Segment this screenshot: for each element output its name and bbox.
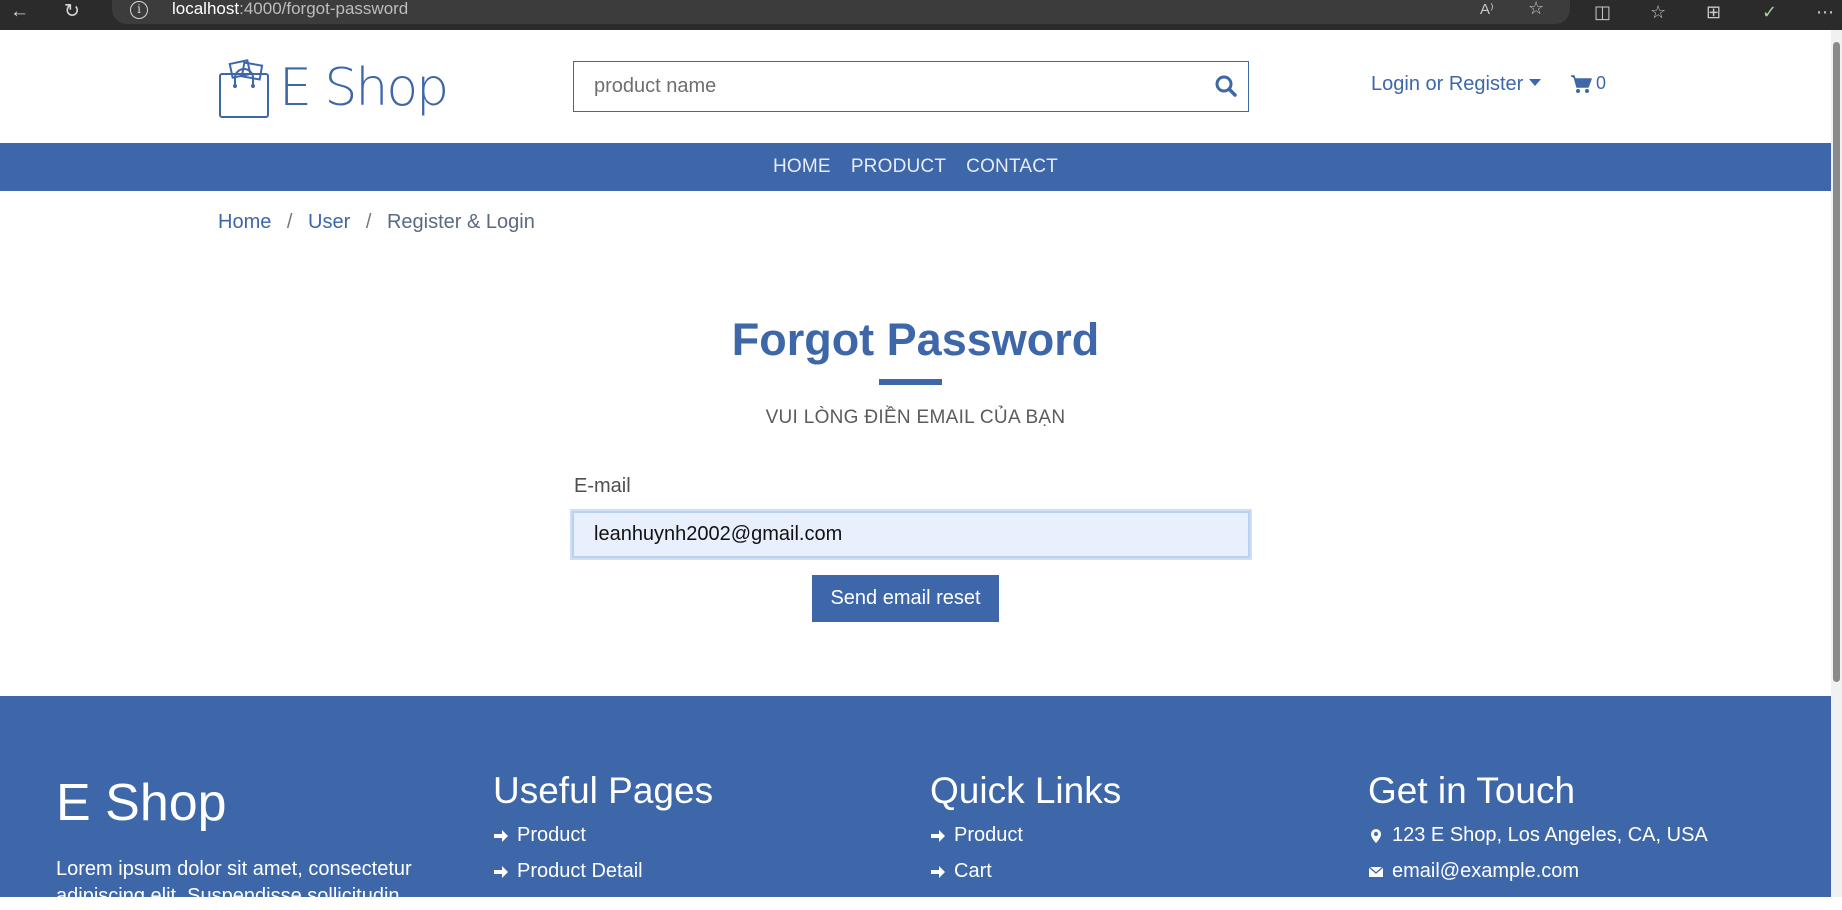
envelope-icon — [1368, 865, 1384, 877]
footer-link-product[interactable]: Product — [493, 824, 713, 847]
page-scrollbar[interactable] — [1831, 30, 1842, 897]
arrow-right-icon — [494, 865, 508, 878]
breadcrumb-separator: / — [365, 211, 372, 233]
caret-down-icon — [1529, 79, 1542, 87]
footer-contact: Get in Touch 123 E Shop, Los Angeles, CA… — [1368, 770, 1708, 896]
title-underline — [879, 379, 942, 385]
shopping-bag-icon — [219, 59, 269, 118]
page-title: Forgot Password — [731, 314, 1100, 365]
search-input[interactable] — [574, 62, 1194, 110]
read-aloud-icon[interactable]: A⁾ — [1480, 0, 1494, 20]
email-field[interactable] — [572, 511, 1250, 558]
footer-quick-links-title: Quick Links — [930, 770, 1122, 811]
cart-icon — [1571, 74, 1592, 93]
footer-quick-links: Quick Links Product Cart — [930, 770, 1121, 896]
email-label: E-mail — [574, 475, 631, 497]
cart-link[interactable]: 0 — [1570, 73, 1606, 94]
favorites-icon[interactable]: ☆ — [1650, 2, 1666, 22]
url-text[interactable]: localhost:4000/forgot-password — [172, 0, 408, 19]
footer-link-product-detail[interactable]: Product Detail — [493, 860, 713, 883]
arrow-right-icon — [494, 829, 508, 842]
cart-count: 0 — [1596, 73, 1607, 93]
login-register-label: Login or Register — [1371, 73, 1524, 95]
nav-contact[interactable]: CONTACT — [966, 156, 1058, 178]
main-navbar: HOME PRODUCT CONTACT — [0, 143, 1831, 191]
map-marker-icon — [1371, 828, 1381, 843]
nav-home[interactable]: HOME — [773, 156, 831, 178]
arrow-right-icon — [931, 865, 945, 878]
logo-text: E Shop — [279, 58, 449, 118]
refresh-icon[interactable]: ↻ — [64, 2, 80, 22]
footer-link-product[interactable]: Product — [930, 824, 1121, 847]
footer-contact-title: Get in Touch — [1368, 770, 1576, 811]
breadcrumb-home[interactable]: Home — [218, 211, 271, 233]
footer-link-cart[interactable]: Cart — [930, 860, 1121, 883]
page-subtitle: VUI LÒNG ĐIỀN EMAIL CỦA BẠN — [765, 407, 1066, 428]
footer-address: 123 E Shop, Los Angeles, CA, USA — [1368, 824, 1708, 847]
back-arrow-icon[interactable]: ← — [10, 2, 29, 22]
footer-useful-pages-title: Useful Pages — [493, 770, 714, 811]
send-email-reset-button[interactable]: Send email reset — [812, 575, 999, 622]
arrow-right-icon — [931, 829, 945, 842]
search-icon[interactable] — [1214, 74, 1238, 98]
logo[interactable]: E Shop — [217, 48, 449, 128]
breadcrumb-current: Register & Login — [386, 211, 535, 233]
site-footer: E Shop Lorem ipsum dolor sit amet, conse… — [0, 696, 1831, 907]
address-bar[interactable]: i localhost:4000/forgot-password A⁾ ☆ — [112, 0, 1570, 24]
search-box — [573, 61, 1249, 112]
browser-toolbar: ← ↻ i localhost:4000/forgot-password A⁾ … — [0, 0, 1842, 30]
footer-useful-pages: Useful Pages Product Product Detail — [493, 770, 713, 896]
split-screen-icon[interactable]: ◫ — [1594, 2, 1611, 22]
scrollbar-thumb[interactable] — [1833, 42, 1840, 682]
footer-brand: E Shop — [56, 774, 227, 832]
breadcrumb-user[interactable]: User — [308, 211, 350, 233]
collections-icon[interactable]: ⊞ — [1706, 2, 1721, 22]
favorite-star-icon[interactable]: ☆ — [1528, 0, 1544, 18]
login-register-dropdown[interactable]: Login or Register — [1371, 73, 1542, 96]
site-header: E Shop Login or Register 0 — [0, 30, 1831, 143]
more-icon[interactable]: ⋯ — [1816, 2, 1834, 22]
nav-product[interactable]: PRODUCT — [851, 156, 946, 178]
breadcrumb-separator: / — [286, 211, 293, 233]
footer-description: Lorem ipsum dolor sit amet, consectetur … — [56, 858, 412, 907]
breadcrumb: Home / User / Register & Login — [218, 211, 535, 234]
extension-icon[interactable]: ✓ — [1762, 2, 1777, 22]
footer-email[interactable]: email@example.com — [1368, 860, 1708, 883]
info-icon[interactable]: i — [130, 1, 148, 19]
